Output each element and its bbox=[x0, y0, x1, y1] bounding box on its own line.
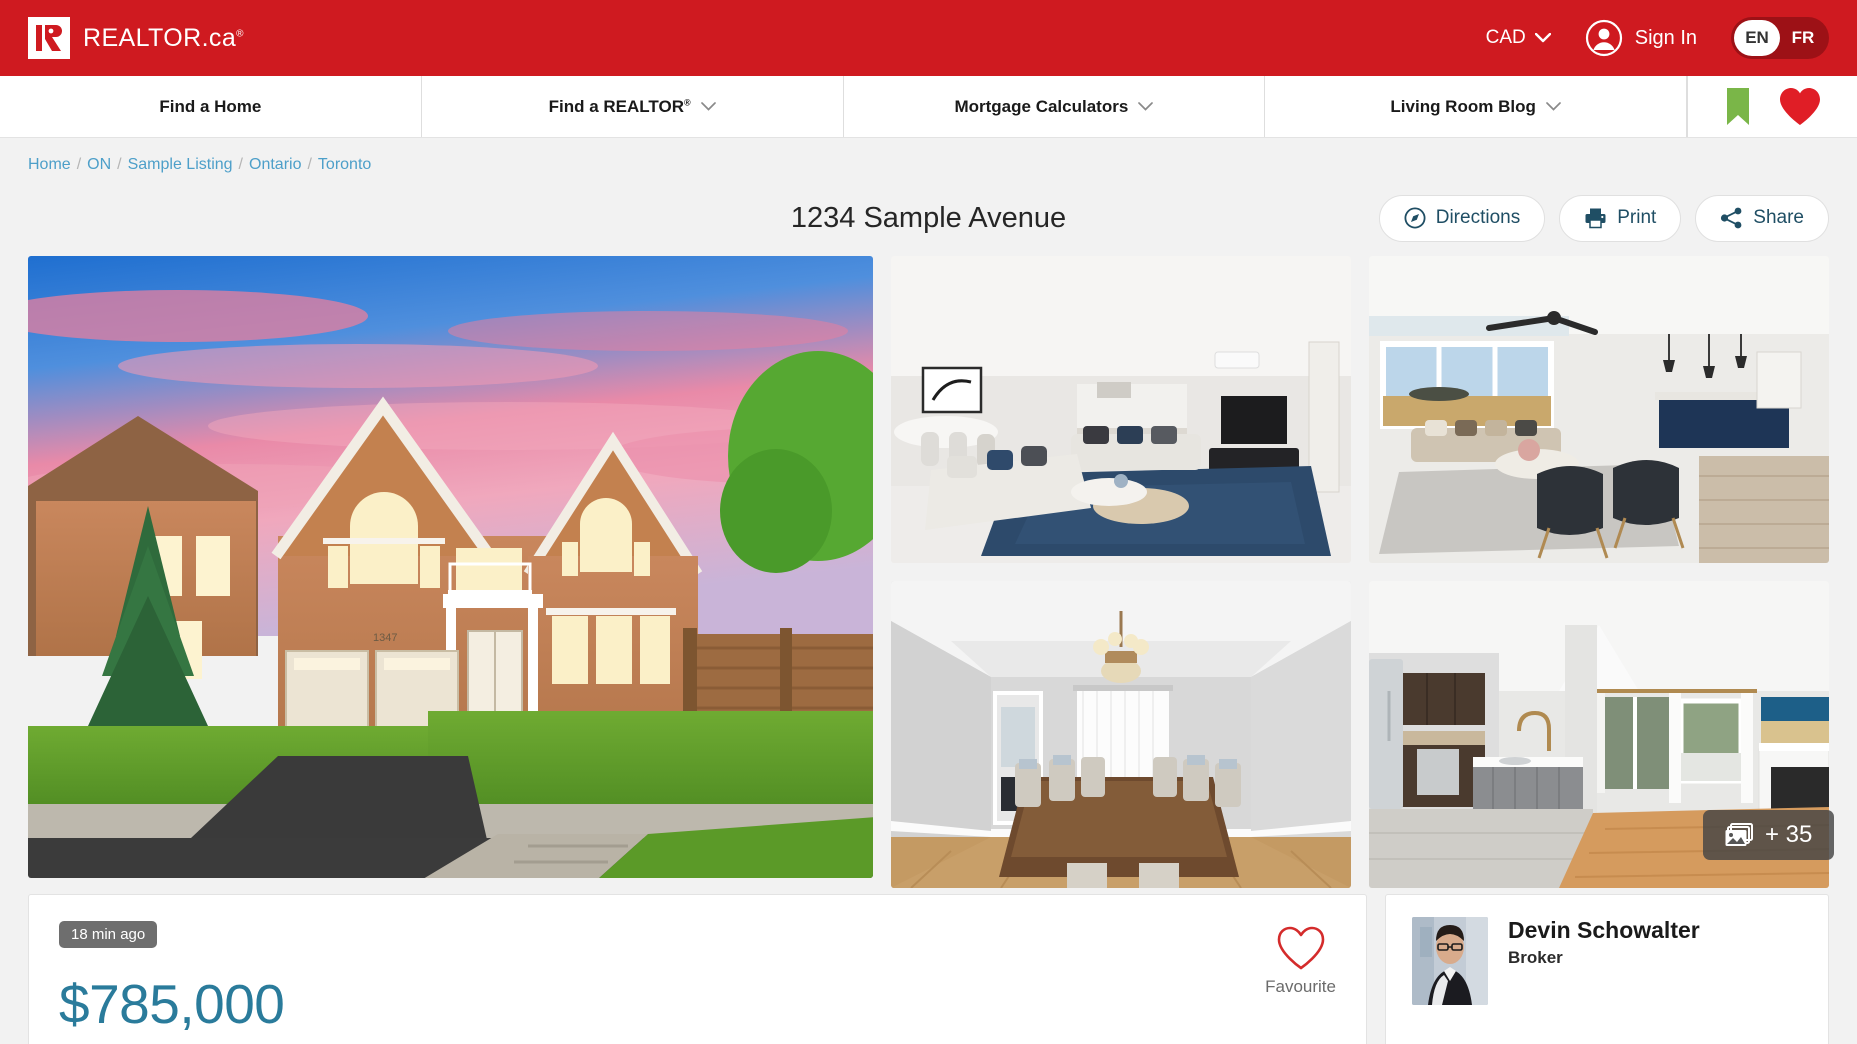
breadcrumb-item-sample-listing[interactable]: Sample Listing bbox=[128, 156, 233, 173]
favourite-button[interactable]: Favourite bbox=[1265, 921, 1336, 997]
logo-wordmark: REALTOR.ca bbox=[83, 23, 237, 52]
price-block: 18 min ago $785,000 bbox=[59, 921, 285, 1036]
nav-label: Mortgage Calculators bbox=[954, 96, 1129, 116]
breadcrumb-separator: / bbox=[117, 156, 122, 173]
chevron-down-icon bbox=[1545, 102, 1561, 111]
listing-title-row: 1234 Sample Avenue Directions Print Shar… bbox=[0, 184, 1857, 246]
main-navigation: Find a Home Find a REALTOR® Mortgage Cal… bbox=[0, 76, 1857, 138]
directions-button[interactable]: Directions bbox=[1378, 194, 1546, 242]
agent-card[interactable]: Devin Schowalter Broker bbox=[1385, 894, 1829, 1044]
top-header-bar: REALTOR.ca® CAD Sign In EN FR bbox=[0, 0, 1857, 76]
agent-headshot bbox=[1412, 917, 1488, 1005]
bookmark-icon[interactable] bbox=[1724, 87, 1752, 127]
agent-avatar bbox=[1412, 917, 1488, 1005]
realtor-logo-text: REALTOR.ca® bbox=[83, 24, 244, 53]
breadcrumb-separator: / bbox=[76, 156, 82, 173]
share-label: Share bbox=[1753, 207, 1804, 228]
svg-text:1347: 1347 bbox=[373, 632, 397, 644]
photos-stack-icon bbox=[1725, 823, 1753, 846]
realtor-logo-mark bbox=[28, 17, 70, 59]
language-option-en[interactable]: EN bbox=[1734, 20, 1780, 56]
listing-action-buttons: Directions Print Share bbox=[1378, 194, 1829, 242]
open-concept-photo bbox=[1369, 256, 1829, 563]
agent-role: Broker bbox=[1508, 948, 1563, 967]
breadcrumb-item-on[interactable]: ON bbox=[87, 156, 111, 173]
share-button[interactable]: Share bbox=[1695, 194, 1829, 242]
account-icon bbox=[1585, 19, 1622, 57]
gallery-row-top bbox=[891, 256, 1829, 563]
logo-registered-mark: ® bbox=[236, 28, 244, 40]
heart-outline-icon bbox=[1277, 926, 1324, 970]
print-button[interactable]: Print bbox=[1559, 194, 1682, 242]
gallery-photo-dining-room[interactable] bbox=[891, 581, 1351, 888]
nav-item-living-room-blog[interactable]: Living Room Blog bbox=[1265, 76, 1687, 137]
printer-icon bbox=[1585, 208, 1606, 229]
heart-icon[interactable] bbox=[1778, 87, 1822, 127]
breadcrumb-item-ontario[interactable]: Ontario bbox=[249, 156, 301, 173]
favourite-label: Favourite bbox=[1265, 977, 1336, 996]
nav-item-mortgage-calculators[interactable]: Mortgage Calculators bbox=[844, 76, 1266, 137]
breadcrumb-separator: / bbox=[307, 156, 312, 173]
nav-registered-mark: ® bbox=[683, 96, 691, 107]
breadcrumb-item-home[interactable]: Home bbox=[28, 156, 71, 173]
nav-label: Living Room Blog bbox=[1390, 96, 1536, 116]
exterior-house-photo: 1347 bbox=[28, 256, 873, 878]
realtor-r-icon bbox=[34, 23, 64, 53]
breadcrumb-item-toronto[interactable]: Toronto bbox=[318, 156, 371, 173]
chevron-down-icon bbox=[1138, 102, 1154, 111]
time-ago-badge: 18 min ago bbox=[59, 921, 158, 948]
chevron-down-icon bbox=[1534, 33, 1551, 43]
photo-count-badge[interactable]: + 35 bbox=[1703, 810, 1835, 860]
price-card: 18 min ago $785,000 Favourite bbox=[28, 894, 1367, 1044]
living-room-photo bbox=[891, 256, 1351, 563]
agent-name: Devin Schowalter bbox=[1508, 917, 1700, 943]
gallery-thumbnail-grid bbox=[891, 256, 1829, 888]
listing-price: $785,000 bbox=[59, 973, 285, 1035]
breadcrumb: Home / ON / Sample Listing / Ontario / Toronto bbox=[0, 138, 1857, 184]
header-right-controls: CAD Sign In EN FR bbox=[1486, 17, 1829, 59]
gallery-main-photo-exterior[interactable]: 1347 bbox=[28, 256, 873, 878]
language-option-fr[interactable]: FR bbox=[1780, 20, 1826, 56]
share-icon bbox=[1721, 207, 1742, 229]
agent-info: Devin Schowalter Broker bbox=[1508, 917, 1700, 968]
nav-saved-icons bbox=[1687, 76, 1857, 137]
breadcrumb-separator: / bbox=[238, 156, 243, 173]
sign-in-button[interactable]: Sign In bbox=[1585, 19, 1697, 57]
photo-count-badge-wrapper: + 35 bbox=[1703, 810, 1835, 860]
directions-label: Directions bbox=[1435, 207, 1521, 228]
nav-label: Find a Home bbox=[159, 96, 262, 116]
listing-summary-row: 18 min ago $785,000 Favourite Devin Scho… bbox=[0, 878, 1857, 1044]
language-toggle[interactable]: EN FR bbox=[1731, 17, 1829, 59]
realtor-logo[interactable]: REALTOR.ca® bbox=[28, 17, 244, 59]
gallery-photo-open-concept[interactable] bbox=[1369, 256, 1829, 563]
nav-item-find-a-home[interactable]: Find a Home bbox=[0, 76, 422, 137]
currency-selector[interactable]: CAD bbox=[1486, 27, 1551, 49]
nav-label: Find a REALTOR bbox=[548, 96, 684, 116]
gallery-photo-living-room[interactable] bbox=[891, 256, 1351, 563]
sign-in-label: Sign In bbox=[1634, 26, 1697, 49]
print-label: Print bbox=[1617, 207, 1657, 228]
dining-room-photo bbox=[891, 581, 1351, 888]
chevron-down-icon bbox=[700, 102, 716, 111]
photo-count-label: + 35 bbox=[1765, 821, 1813, 848]
nav-item-find-a-realtor[interactable]: Find a REALTOR® bbox=[422, 76, 844, 137]
photo-gallery: 1347 bbox=[0, 246, 1857, 888]
currency-label: CAD bbox=[1485, 27, 1526, 48]
gallery-row-bottom bbox=[891, 581, 1829, 888]
compass-icon bbox=[1404, 207, 1426, 229]
